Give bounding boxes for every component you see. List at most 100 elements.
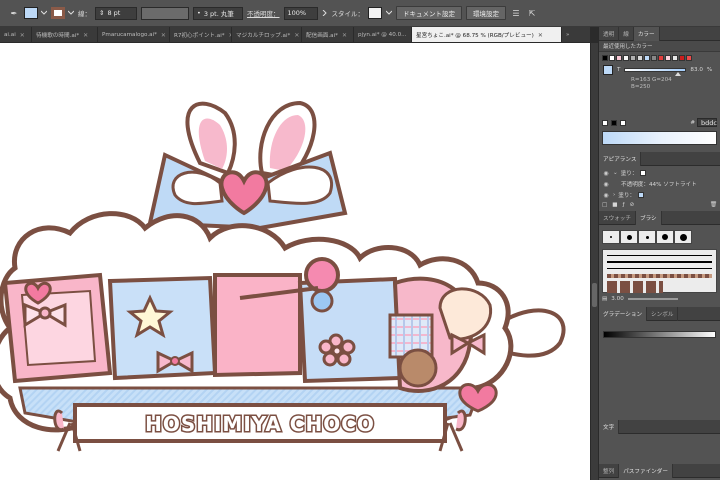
chevron-right-icon[interactable] bbox=[322, 9, 328, 17]
brush-stroke-list[interactable] bbox=[602, 249, 717, 293]
trash-icon[interactable]: 🗑 bbox=[710, 202, 717, 208]
opacity-field[interactable]: 100% bbox=[283, 6, 318, 20]
stroke-weight-field[interactable]: ⇕ 8 pt bbox=[95, 6, 137, 20]
tab-symbols[interactable]: シンボル bbox=[647, 306, 679, 321]
tab-pathfinder[interactable]: パスファインダー bbox=[619, 463, 673, 478]
document-tab[interactable]: マジカルチロップ.ai* ✕ bbox=[232, 27, 302, 42]
close-icon[interactable]: ✕ bbox=[538, 32, 543, 39]
new-fill-icon[interactable]: ■ bbox=[612, 202, 617, 208]
artboard-canvas[interactable]: HOSHIMIYA CHOCO bbox=[0, 43, 590, 480]
appearance-opacity-row[interactable]: ◉ 不透明度：44% ソフトライト bbox=[599, 177, 720, 189]
appearance-fill-row[interactable]: ◉ ⌄ 塗り： bbox=[599, 166, 720, 177]
close-icon[interactable]: ✕ bbox=[20, 32, 25, 39]
chevron-down-icon[interactable] bbox=[67, 10, 75, 16]
fx-icon[interactable]: ƒ bbox=[623, 202, 625, 208]
color-spectrum[interactable] bbox=[602, 131, 717, 145]
fill-swatch[interactable] bbox=[24, 7, 38, 19]
brush-dot[interactable] bbox=[638, 230, 656, 244]
tab-appearance[interactable]: アピアランス bbox=[599, 151, 642, 166]
recent-color-swatch[interactable] bbox=[672, 55, 678, 61]
white-swatch[interactable] bbox=[620, 119, 626, 126]
tab-transparency[interactable]: 透明 bbox=[599, 26, 620, 41]
clear-icon[interactable]: ⊘ bbox=[630, 202, 635, 208]
tint-slider[interactable] bbox=[624, 68, 687, 76]
tab-color[interactable]: カラー bbox=[633, 26, 660, 41]
close-icon[interactable]: ✕ bbox=[161, 32, 166, 39]
preferences-button[interactable]: 環境設定 bbox=[466, 6, 506, 20]
gradient-slider[interactable] bbox=[603, 331, 716, 338]
tab-swatches[interactable]: スウォッチ bbox=[599, 210, 636, 225]
stepper-icon[interactable]: ⇕ bbox=[99, 9, 104, 17]
document-tab-active[interactable]: 星宮ちょこ.ai* @ 68.75 % (RGB/プレビュー) ✕ bbox=[412, 27, 562, 42]
close-icon[interactable]: ✕ bbox=[83, 32, 88, 39]
recent-color-swatch[interactable] bbox=[630, 55, 636, 61]
recent-color-swatch[interactable] bbox=[637, 55, 643, 61]
tab-brushes[interactable]: ブラシ bbox=[635, 210, 662, 225]
tab-stroke[interactable]: 線 bbox=[619, 26, 634, 41]
style-swatch[interactable] bbox=[368, 7, 382, 19]
vertical-scrollbar[interactable] bbox=[590, 43, 598, 480]
recent-color-swatch[interactable] bbox=[665, 55, 671, 61]
document-tab[interactable]: ai.ai ✕ bbox=[0, 27, 32, 42]
none-swatch[interactable] bbox=[602, 119, 608, 126]
scroll-thumb[interactable] bbox=[592, 283, 597, 307]
recent-color-swatch[interactable] bbox=[602, 55, 608, 61]
isolate-icon[interactable]: ⇱ bbox=[526, 7, 538, 19]
arrange-icon[interactable]: ☰ bbox=[510, 7, 522, 19]
brush-dot[interactable] bbox=[656, 230, 674, 244]
fill-swatch[interactable] bbox=[640, 170, 647, 176]
recent-color-swatch[interactable] bbox=[616, 55, 622, 61]
close-icon[interactable]: ✕ bbox=[342, 32, 347, 39]
recent-color-swatch[interactable] bbox=[679, 55, 685, 61]
brush-dot[interactable] bbox=[674, 230, 692, 244]
tab-label: マジカルチロップ.ai* bbox=[236, 33, 291, 39]
brush-dot[interactable] bbox=[602, 230, 620, 244]
document-tab[interactable]: 待機歌の時間.ai* ✕ bbox=[32, 27, 98, 42]
selection-tool-option[interactable]: ✒ bbox=[8, 6, 20, 21]
appearance-fill-row-2[interactable]: ◉ › 塗り： bbox=[599, 188, 720, 199]
eye-icon[interactable]: ◉ bbox=[602, 170, 610, 177]
document-tab[interactable]: R7初心ポイント.ai*✕ bbox=[170, 27, 232, 42]
tab-align[interactable]: 整列 bbox=[599, 463, 620, 478]
recent-color-swatch[interactable] bbox=[658, 55, 664, 61]
recent-color-swatch[interactable] bbox=[686, 55, 692, 61]
brush-dot[interactable] bbox=[620, 230, 638, 244]
fill-swatch[interactable] bbox=[638, 192, 645, 198]
stroke-swatch[interactable] bbox=[51, 7, 65, 19]
chevron-down-icon[interactable]: ⌄ bbox=[613, 170, 618, 176]
document-tab[interactable]: 配信画面.ai* ✕ bbox=[302, 27, 354, 42]
tint-value[interactable]: 83.0 bbox=[690, 67, 702, 73]
document-tab[interactable]: Pmarucamalogo.ai* ✕ bbox=[98, 27, 170, 42]
align-panel-tabs: 整列 パスファインダー bbox=[599, 463, 720, 478]
opacity-label[interactable]: 不透明度： bbox=[247, 8, 280, 18]
black-swatch[interactable] bbox=[611, 119, 617, 126]
brush-definition[interactable]: • 3 pt. 丸筆 bbox=[193, 6, 243, 20]
current-fill-swatch[interactable] bbox=[603, 65, 613, 75]
pincushion bbox=[304, 257, 340, 293]
recent-color-swatch[interactable] bbox=[644, 55, 650, 61]
slider-handle[interactable] bbox=[675, 72, 682, 76]
chevron-down-icon[interactable] bbox=[40, 10, 48, 16]
fill-label: 塗り： bbox=[618, 193, 636, 199]
document-settings-button[interactable]: ドキュメント設定 bbox=[396, 6, 462, 20]
chevron-right-icon[interactable]: › bbox=[613, 192, 615, 198]
eye-icon[interactable]: ◉ bbox=[602, 181, 610, 188]
brush-library-icon[interactable]: ▤ bbox=[602, 296, 607, 302]
stroke-color-control[interactable] bbox=[51, 6, 75, 21]
eye-icon[interactable]: ◉ bbox=[602, 192, 610, 199]
fill-color-control[interactable] bbox=[24, 6, 48, 21]
tab-character[interactable]: 文字 bbox=[599, 419, 620, 434]
close-icon[interactable]: ✕ bbox=[294, 32, 299, 39]
recent-color-swatch[interactable] bbox=[623, 55, 629, 61]
tab-label: 配信画面.ai* bbox=[306, 33, 338, 39]
recent-color-swatch[interactable] bbox=[609, 55, 615, 61]
variable-width-profile[interactable] bbox=[141, 6, 189, 20]
tab-overflow[interactable]: » bbox=[562, 27, 590, 42]
new-stroke-icon[interactable]: □ bbox=[602, 202, 607, 208]
hex-field[interactable]: bddc bbox=[697, 118, 717, 127]
tab-gradient[interactable]: グラデーション bbox=[599, 306, 648, 321]
chevron-down-icon[interactable] bbox=[385, 10, 393, 16]
logo-artwork[interactable]: HOSHIMIYA CHOCO bbox=[0, 43, 590, 480]
document-tab[interactable]: pjyn.ai* @ 40.0...✕ bbox=[354, 27, 412, 42]
recent-color-swatch[interactable] bbox=[651, 55, 657, 61]
